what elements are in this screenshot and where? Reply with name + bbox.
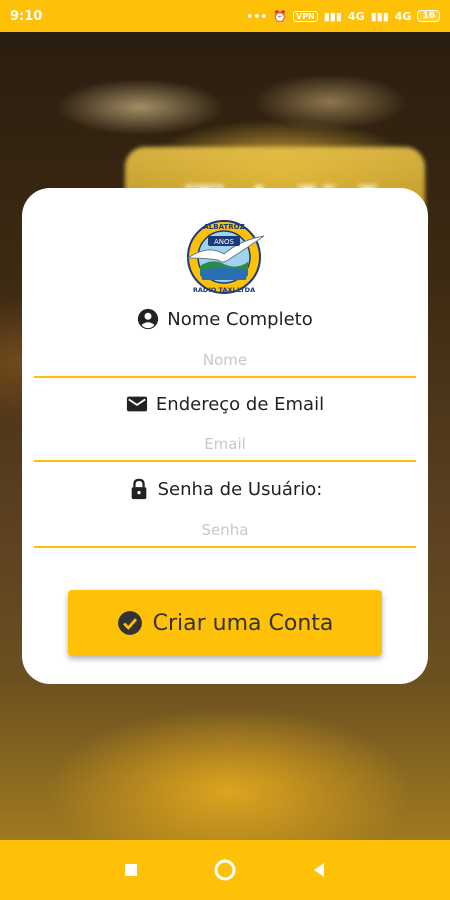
name-label-row: Nome Completo [22, 308, 428, 330]
password-input[interactable] [34, 514, 416, 548]
account-circle-icon [138, 308, 159, 330]
square-icon [125, 864, 137, 876]
albatroz-logo: ANOS ALBATROZ RADIO TAXI LTDA [186, 220, 265, 294]
name-input[interactable] [34, 344, 416, 378]
signal-icon: ▮▮▮ [323, 9, 342, 23]
navigation-bar [0, 840, 450, 900]
home-button[interactable] [213, 858, 237, 882]
create-account-button[interactable]: Criar uma Conta [68, 590, 382, 656]
network-label-2: 4G [394, 9, 412, 23]
logo-badge-text: ANOS [214, 238, 235, 246]
mail-icon [126, 396, 148, 412]
recents-button[interactable] [119, 858, 143, 882]
signup-card: ANOS ALBATROZ RADIO TAXI LTDA Nome Compl… [22, 188, 428, 684]
back-button[interactable] [307, 858, 331, 882]
email-label: Endereço de Email [155, 393, 325, 415]
check-circle-icon [117, 611, 142, 635]
status-time: 9:10 [10, 8, 43, 24]
back-triangle-icon [314, 863, 324, 877]
signal-icon-2: ▮▮▮ [370, 9, 389, 23]
network-label-1: 4G [347, 9, 365, 23]
password-label-row: Senha de Usuário: [22, 478, 428, 500]
vpn-badge: VPN [293, 10, 318, 22]
notification-dots-icon: ••• [246, 9, 268, 23]
logo-bottom-text: RADIO TAXI LTDA [193, 286, 255, 294]
email-label-row: Endereço de Email [22, 393, 428, 415]
battery-icon: 16 [417, 10, 440, 22]
password-label: Senha de Usuário: [157, 478, 323, 500]
email-input[interactable] [34, 428, 416, 462]
circle-icon [214, 859, 236, 881]
name-label: Nome Completo [167, 308, 313, 330]
create-account-label: Criar uma Conta [152, 610, 334, 636]
status-icons: ••• ⏰ VPN ▮▮▮ 4G ▮▮▮ 4G 16 [246, 10, 440, 23]
lock-icon [131, 478, 146, 500]
status-bar: 9:10 ••• ⏰ VPN ▮▮▮ 4G ▮▮▮ 4G 16 [0, 0, 450, 32]
logo-top-text: ALBATROZ [203, 223, 244, 231]
alarm-icon: ⏰ [273, 9, 287, 23]
